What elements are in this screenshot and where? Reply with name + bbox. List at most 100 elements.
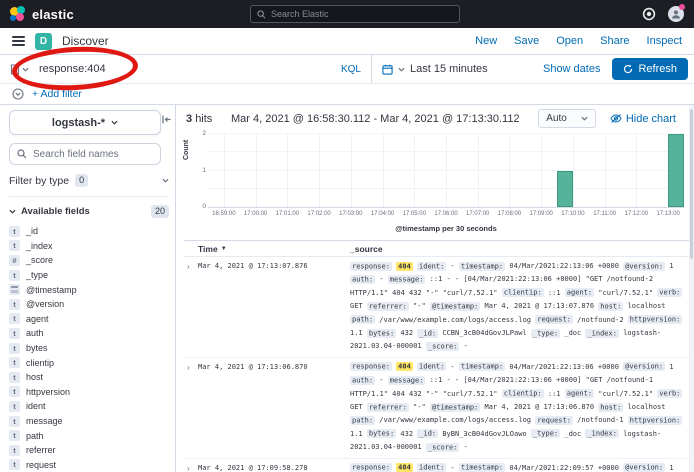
- field-item-_score[interactable]: #_score: [9, 253, 166, 268]
- filter-menu-icon[interactable]: [12, 88, 24, 100]
- field-item-ident[interactable]: tident: [9, 399, 166, 414]
- expand-row-icon[interactable]: ›: [184, 361, 198, 372]
- elastic-logo[interactable]: elastic: [10, 6, 74, 22]
- v-gridline: [287, 134, 288, 207]
- filter-bar: + Add filter: [0, 84, 694, 105]
- scrollbar-thumb[interactable]: [690, 109, 693, 259]
- menu-icon[interactable]: [12, 36, 25, 46]
- text-field-icon: t: [9, 299, 20, 310]
- share-button[interactable]: Share: [600, 35, 629, 47]
- chevron-down-icon: [22, 66, 29, 73]
- chevron-down-icon: [9, 208, 16, 215]
- x-axis-label: @timestamp per 30 seconds: [208, 224, 684, 233]
- source-field-label: verb:: [657, 288, 682, 297]
- query-language-button[interactable]: KQL: [341, 64, 363, 75]
- source-field-label: verb:: [657, 389, 682, 398]
- field-item-_id[interactable]: t_id: [9, 224, 166, 239]
- field-item-host[interactable]: thost: [9, 370, 166, 385]
- vertical-scrollbar[interactable]: [689, 105, 694, 472]
- collapse-sidebar-icon[interactable]: [161, 114, 172, 125]
- text-field-icon: t: [9, 401, 20, 412]
- interval-select[interactable]: Auto: [538, 109, 596, 128]
- field-item-auth[interactable]: tauth: [9, 326, 166, 341]
- saved-query-icon[interactable]: [10, 64, 29, 75]
- field-item-referrer[interactable]: treferrer: [9, 443, 166, 458]
- add-filter-button[interactable]: + Add filter: [32, 88, 82, 100]
- refresh-button[interactable]: Refresh: [612, 58, 688, 80]
- histogram-bar[interactable]: [668, 134, 684, 207]
- field-item-@timestamp[interactable]: @timestamp: [9, 282, 166, 297]
- field-name: agent: [26, 314, 49, 324]
- new-button[interactable]: New: [475, 35, 497, 47]
- expand-row-icon[interactable]: ›: [184, 462, 198, 472]
- inspect-button[interactable]: Inspect: [647, 35, 682, 47]
- source-value: -: [451, 363, 455, 371]
- v-gridline: [414, 134, 415, 207]
- user-avatar[interactable]: [668, 6, 684, 22]
- field-item-path[interactable]: tpath: [9, 428, 166, 443]
- source-field-label: bytes:: [367, 329, 396, 338]
- available-fields-label: Available fields: [21, 206, 90, 217]
- source-field-label: httpversion:: [628, 416, 683, 425]
- source-value: 04/Mar/2021:22:13:06 +0000: [509, 363, 619, 371]
- x-tick-label: 17:13:00: [656, 211, 679, 217]
- table-row: › Mar 4, 2021 @ 17:13:06.870 response: 4…: [184, 358, 690, 459]
- source-value: CCBN_3cB04dGovJLPawl: [442, 329, 526, 337]
- time-column-header[interactable]: Time ▼: [184, 244, 350, 254]
- x-axis-ticks: 16:59:0017:00:0017:01:0017:02:0017:03:00…: [208, 211, 684, 220]
- text-field-icon: t: [9, 226, 20, 237]
- expand-row-icon[interactable]: ›: [184, 260, 198, 271]
- source-value: -: [379, 275, 383, 283]
- global-search-input[interactable]: Search Elastic: [250, 5, 460, 23]
- source-value: GET: [350, 302, 363, 310]
- source-value: /var/www/example.com/logs/access.log: [379, 316, 531, 324]
- histogram-plot[interactable]: 012: [208, 134, 684, 208]
- x-tick-label: 17:00:00: [244, 211, 267, 217]
- field-search-input[interactable]: Search field names: [9, 143, 161, 165]
- time-range-value[interactable]: Last 15 minutes: [410, 63, 488, 75]
- index-pattern-select[interactable]: logstash-*: [9, 110, 161, 135]
- source-field-label: host:: [598, 403, 623, 412]
- field-item-httpversion[interactable]: thttpversion: [9, 385, 166, 400]
- v-gridline: [509, 134, 510, 207]
- histogram-bar[interactable]: [557, 171, 573, 208]
- field-item-bytes[interactable]: tbytes: [9, 341, 166, 356]
- show-dates-link[interactable]: Show dates: [543, 63, 600, 75]
- source-value: 1: [669, 262, 673, 270]
- available-fields-header[interactable]: Available fields 20: [9, 205, 169, 218]
- source-field-label: agent:: [565, 288, 594, 297]
- field-item-_type[interactable]: t_type: [9, 268, 166, 283]
- text-field-icon: t: [9, 430, 20, 441]
- source-highlight: 404: [396, 362, 413, 371]
- page-title: Discover: [62, 34, 109, 48]
- source-field-label: message:: [388, 376, 426, 385]
- source-field-label: timestamp:: [459, 262, 505, 271]
- help-icon[interactable]: [642, 7, 656, 21]
- source-value: ::1: [548, 390, 561, 398]
- query-input[interactable]: response:404 KQL: [0, 55, 372, 83]
- x-tick-label: 17:02:00: [307, 211, 330, 217]
- filter-by-type-control[interactable]: Filter by type 0: [9, 174, 169, 197]
- source-field-label: auth:: [350, 376, 375, 385]
- x-tick-label: 17:06:00: [434, 211, 457, 217]
- v-gridline: [478, 134, 479, 207]
- field-item-@version[interactable]: t@version: [9, 297, 166, 312]
- field-item-request[interactable]: trequest: [9, 458, 166, 472]
- save-button[interactable]: Save: [514, 35, 539, 47]
- top-menu-actions: New Save Open Share Inspect: [475, 35, 682, 47]
- row-timestamp: Mar 4, 2021 @ 17:09:58.278: [198, 462, 350, 472]
- hide-chart-button[interactable]: Hide chart: [610, 113, 676, 125]
- open-button[interactable]: Open: [556, 35, 583, 47]
- source-value: -: [464, 443, 468, 451]
- date-picker[interactable]: Last 15 minutes: [372, 55, 498, 83]
- field-item-agent[interactable]: tagent: [9, 312, 166, 327]
- field-item-clientip[interactable]: tclientip: [9, 355, 166, 370]
- source-field-label: _score:: [426, 443, 460, 452]
- sort-desc-icon[interactable]: ▼: [221, 246, 227, 252]
- source-value: Mar 4, 2021 @ 17:13:06.870: [484, 403, 594, 411]
- field-item-message[interactable]: tmessage: [9, 414, 166, 429]
- interval-value: Auto: [546, 113, 567, 124]
- field-item-_index[interactable]: t_index: [9, 239, 166, 254]
- x-tick-label: 16:59:00: [212, 211, 235, 217]
- source-value: "-": [413, 302, 426, 310]
